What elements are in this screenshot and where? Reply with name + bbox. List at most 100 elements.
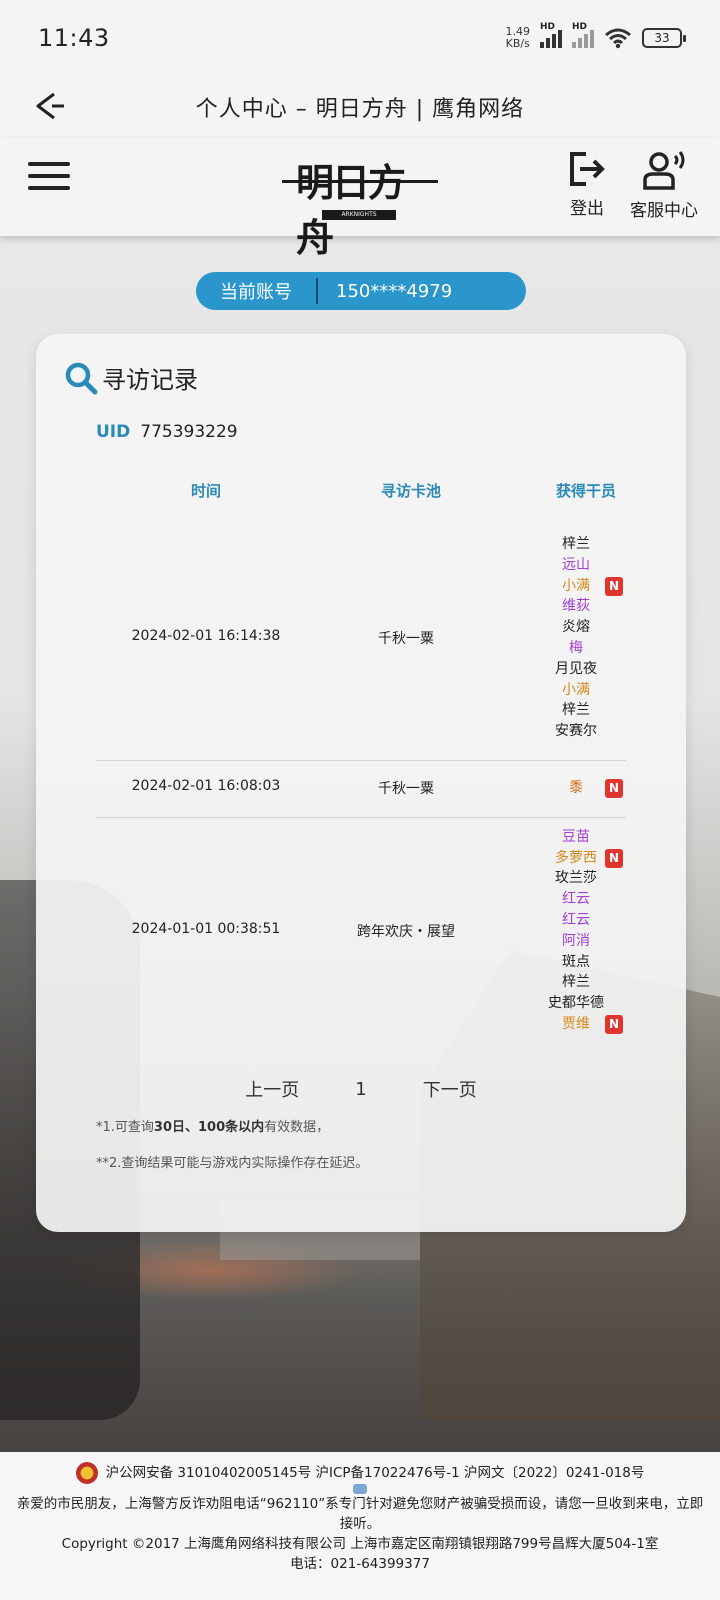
operator-name: 黍 [569, 780, 583, 796]
operator-name: 斑点 [562, 953, 590, 970]
operator-name: 梓兰 [562, 536, 590, 552]
uid-value: 775393229 [140, 422, 238, 442]
operator-list: 豆苗 多萝西 N 玫兰莎 红云 红云 阿消 斑点 梓兰 史都华德 贾维 N [516, 827, 636, 1035]
operator-item: 梓兰 [516, 700, 636, 721]
card-header: 寻访记录 [64, 360, 198, 395]
operator-item: 梓兰 [516, 972, 636, 993]
column-header-time: 时间 [190, 482, 221, 500]
record-time: 2024-02-01 16:08:03 [131, 778, 281, 795]
operator-list: 梓兰 远山 小满 N 维荻 炎熔梅月见夜 小满 梓兰 安赛尔 [516, 534, 636, 742]
table-row: 2024-01-01 00:38:51 跨年欢庆・展望 豆苗 多萝西 N 玫兰莎 红云 红云阿… [96, 827, 626, 1035]
record-time: 2024-02-01 16:14:38 [131, 628, 281, 644]
search-icon [65, 362, 98, 394]
operator-name: 红云 [562, 891, 590, 908]
new-badge: N [605, 1014, 623, 1034]
operator-item: 远山 [516, 555, 636, 576]
status-bar: 11:43 1.49 KB/s HD HD 33 [0, 0, 720, 76]
back-arrow-icon [36, 92, 64, 120]
footer-phone: 电话：021-64399377 [290, 1556, 430, 1572]
status-clock: 11:43 [38, 24, 110, 52]
operator-item: 阿消 [516, 931, 636, 952]
operator-item: 史都华德 [516, 993, 636, 1014]
operator-item: 小满 [516, 680, 636, 701]
operator-item: 斑点 [516, 952, 636, 973]
operator-item: 维荻 [516, 596, 636, 617]
operator-item: 贾维 N [516, 1014, 636, 1035]
operator-name: 梓兰 [562, 974, 590, 991]
operator-item: 梅 [516, 638, 636, 659]
pagination: 上一页 1 下一页 [36, 1076, 686, 1102]
network-speed: 1.49 KB/s [505, 25, 531, 50]
record-pool: 千秋一粟 [378, 781, 434, 798]
operator-name: 红云 [562, 911, 590, 928]
column-header-pool: 寻访卡池 [380, 482, 441, 500]
prev-page-button[interactable]: 上一页 [245, 1076, 299, 1102]
account-label: 当前账号 [220, 282, 292, 303]
current-account-badge: 当前账号 150****4979 [196, 272, 526, 310]
note-1: *1.可查询30日、100条以内有效数据， [96, 1120, 330, 1135]
operator-name: 梓兰 [562, 702, 590, 719]
operator-item: 黍N [516, 778, 636, 799]
new-badge: N [605, 848, 623, 868]
table-header: 时间 寻访卡池 获得干员 [96, 480, 626, 504]
operator-name: 安赛尔 [555, 723, 597, 740]
operator-name: 小满 [562, 577, 590, 594]
table-row: 2024-02-01 16:14:38 千秋一粟 梓兰 远山 小满 N 维荻 炎熔梅月见夜 小满… [96, 534, 626, 742]
next-page-button[interactable]: 下一页 [423, 1076, 477, 1102]
operator-name: 梅 [569, 639, 583, 656]
customer-service-button[interactable]: 客服中心 [630, 150, 698, 221]
row-divider [96, 816, 626, 818]
operator-name: 玫兰莎 [555, 870, 597, 887]
signal-icon-2: HD [572, 22, 594, 48]
logout-button[interactable]: 登出 [568, 150, 606, 219]
operator-item: 安赛尔 [516, 721, 636, 742]
operator-item: 梓兰 [516, 534, 636, 555]
row-divider [96, 760, 626, 761]
record-pool: 千秋一粟 [378, 631, 434, 647]
footer-license[interactable]: 沪公网安备 31010402005145号 沪ICP备17022476号-1 沪… [106, 1463, 645, 1483]
column-header-operators: 获得干员 [555, 482, 616, 500]
operator-name: 小满 [562, 681, 590, 698]
record-time: 2024-01-01 00:38:51 [131, 920, 281, 937]
operator-name: 贾维 [562, 1015, 590, 1032]
account-value: 150****4979 [336, 280, 453, 302]
new-badge: N [605, 576, 623, 596]
operator-name: 阿消 [562, 932, 590, 949]
table-row: 2024-02-01 16:08:03 千秋一粟 黍 N [96, 778, 626, 799]
uid-row: UID 775393229 [96, 422, 238, 442]
record-pool: 跨年欢庆・展望 [357, 923, 455, 940]
operator-list: 黍N [516, 778, 636, 799]
operator-item: 炎熔 [516, 617, 636, 638]
operator-name: 月见夜 [555, 660, 597, 677]
site-footer: 沪公网安备 31010402005145号 沪ICP备17022476号-1 沪… [0, 1452, 720, 1600]
operator-item: 多萝西 N [516, 848, 636, 869]
police-badge-icon [75, 1462, 98, 1484]
menu-button[interactable] [28, 158, 70, 194]
footer-copyright: Copyright ©2017 上海鹰角网络科技有限公司 上海市嘉定区南翔镇银翔… [61, 1536, 659, 1552]
battery-icon: 33 [642, 28, 686, 48]
status-icons: 1.49 KB/s HD HD 33 [505, 22, 686, 50]
browser-title-bar: 个人中心 – 明日方舟 | 鹰角网络 [0, 76, 720, 138]
site-logo[interactable]: 明日方舟 ARKNIGHTS [282, 150, 438, 260]
operator-item: 豆苗 [516, 827, 636, 848]
operator-item: 红云 [516, 910, 636, 931]
current-page: 1 [355, 1078, 367, 1100]
footer-anti-fraud-notice: 亲爱的市民朋友，上海警方反诈劝阻电话“962110”系专门针对避免您财产被骗受损… [16, 1496, 704, 1532]
operator-name: 远山 [562, 556, 590, 573]
license-icon [353, 1484, 367, 1494]
operator-name: 史都华德 [548, 995, 604, 1012]
wifi-icon [605, 28, 631, 49]
operator-item: 月见夜 [516, 659, 636, 680]
menu-icon [28, 162, 70, 166]
support-agent-icon [643, 151, 685, 190]
page-title: 个人中心 – 明日方舟 | 鹰角网络 [195, 97, 525, 122]
operator-item: 玫兰莎 [516, 868, 636, 889]
new-badge: N [605, 779, 623, 798]
gacha-record-card: 寻访记录 UID 775393229 时间 寻访卡池 获得干员 2024-02-… [36, 334, 686, 1232]
back-button[interactable] [30, 86, 70, 126]
uid-label: UID [96, 422, 131, 442]
operator-name: 豆苗 [562, 828, 590, 845]
operator-item: 小满 N [516, 576, 636, 597]
operator-item: 红云 [516, 889, 636, 910]
site-header: 明日方舟 ARKNIGHTS 登出 客服中心 [0, 138, 720, 260]
